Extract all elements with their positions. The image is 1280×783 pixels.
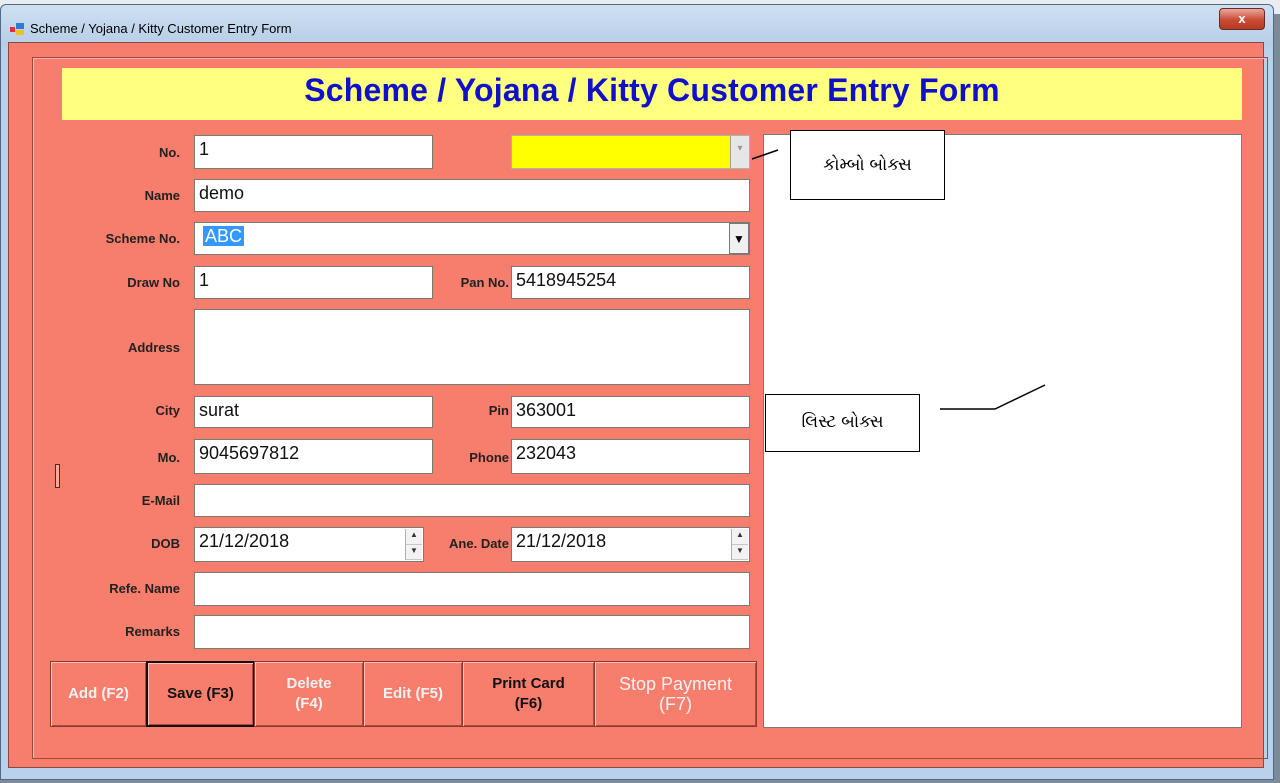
list-box-annotation: લિસ્ટ બોક્સ: [765, 394, 920, 452]
combo-box-annotation: કોમ્બો બોક્સ: [790, 130, 945, 200]
annotation-lines: [751, 149, 1046, 410]
